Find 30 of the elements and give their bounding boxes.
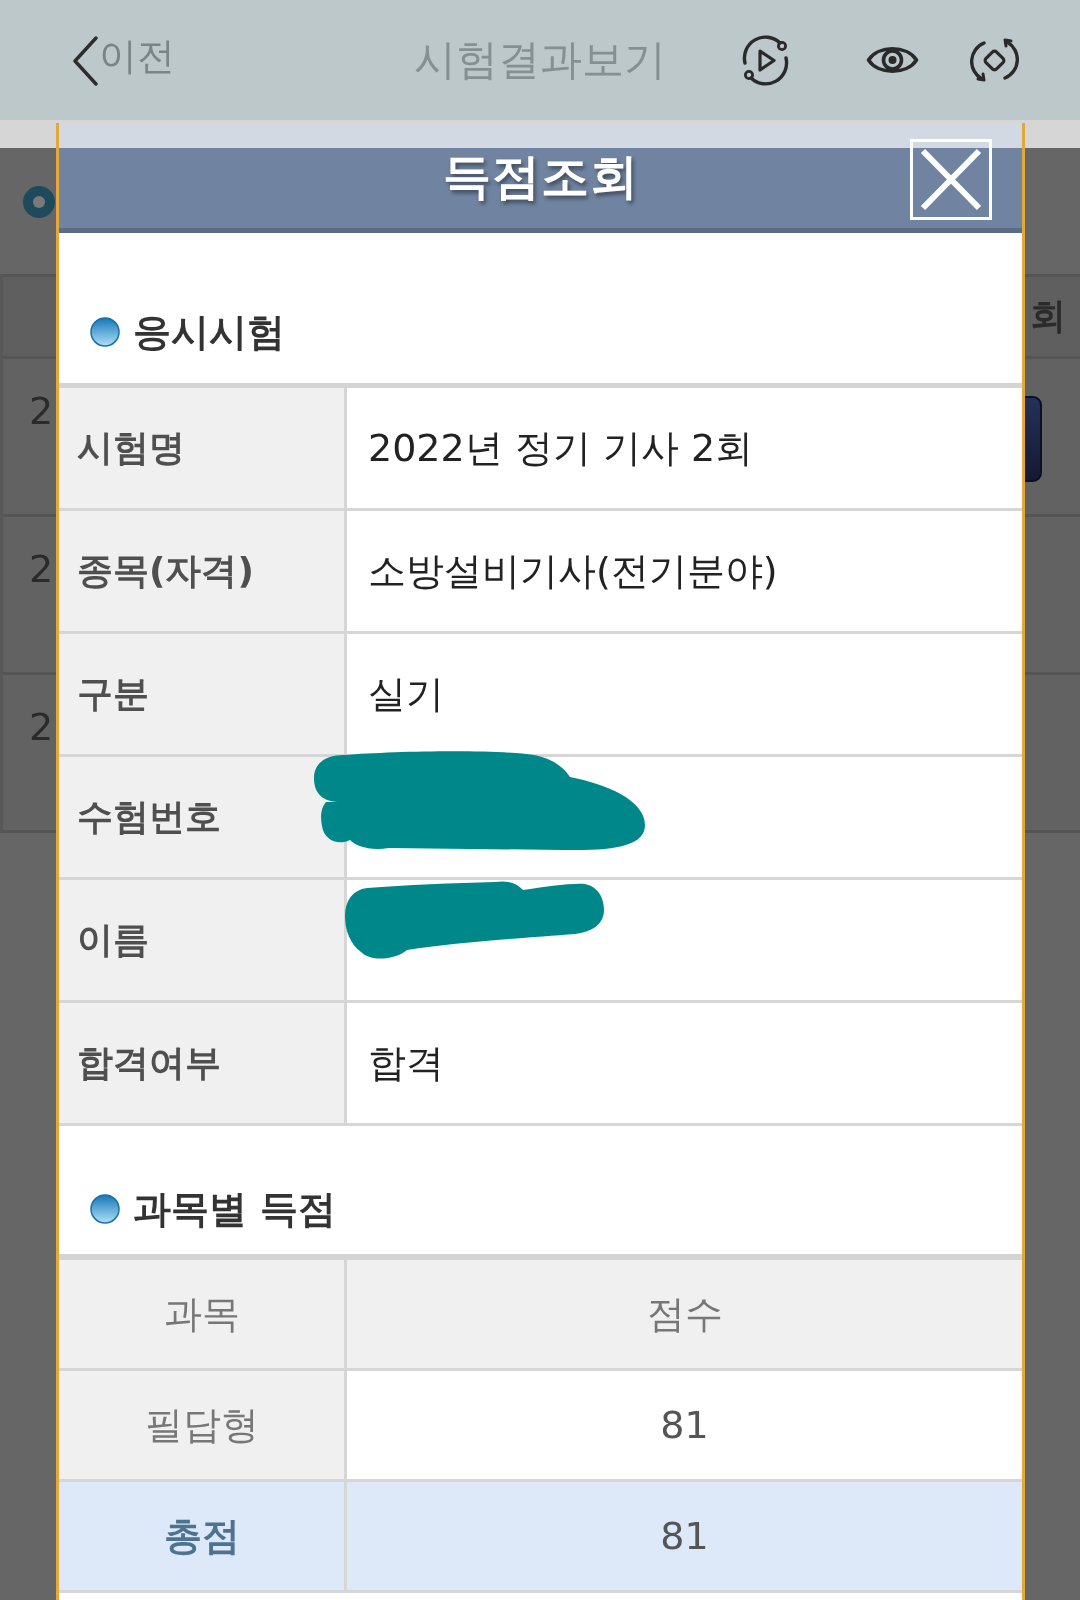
back-button[interactable]: 이전 (72, 34, 175, 86)
bullet-icon (90, 317, 120, 347)
table-cell: 총점 (59, 1482, 347, 1590)
close-button[interactable] (910, 139, 992, 220)
table-cell: 필답형 (59, 1371, 347, 1479)
chevron-left-icon (72, 36, 99, 86)
field-label: 이름 (59, 880, 347, 1000)
column-header: 과목 (59, 1260, 347, 1368)
section-title: 응시시험 (133, 309, 285, 355)
field-value: 2022년 정기 기사 2회 (368, 425, 754, 471)
bullet-icon (90, 1194, 120, 1224)
table-cell: 2 (29, 705, 54, 749)
table-cell: 81 (347, 1482, 1022, 1590)
field-value: 소방설비기사(전기분야) (368, 548, 778, 594)
table-cell: 2 (29, 547, 54, 591)
disc-icon (22, 185, 56, 219)
table-cell: 2 (29, 389, 54, 433)
close-icon (919, 148, 983, 211)
field-label: 구분 (59, 634, 347, 754)
field-label: 합격여부 (59, 1003, 347, 1123)
page-title: 시험결과보기 (414, 34, 666, 86)
field-value: 합격 (368, 1040, 444, 1086)
play-circular-arrows-icon[interactable] (740, 34, 791, 86)
section-title: 과목별 득점 (133, 1186, 337, 1232)
dialog-title: 득점조회 (442, 151, 639, 201)
field-value: 실기 (368, 671, 444, 717)
column-header: 점수 (347, 1260, 1022, 1368)
field-label: 시험명 (59, 388, 347, 508)
field-label: 종목(자격) (59, 511, 347, 631)
field-label: 수험번호 (59, 757, 347, 877)
